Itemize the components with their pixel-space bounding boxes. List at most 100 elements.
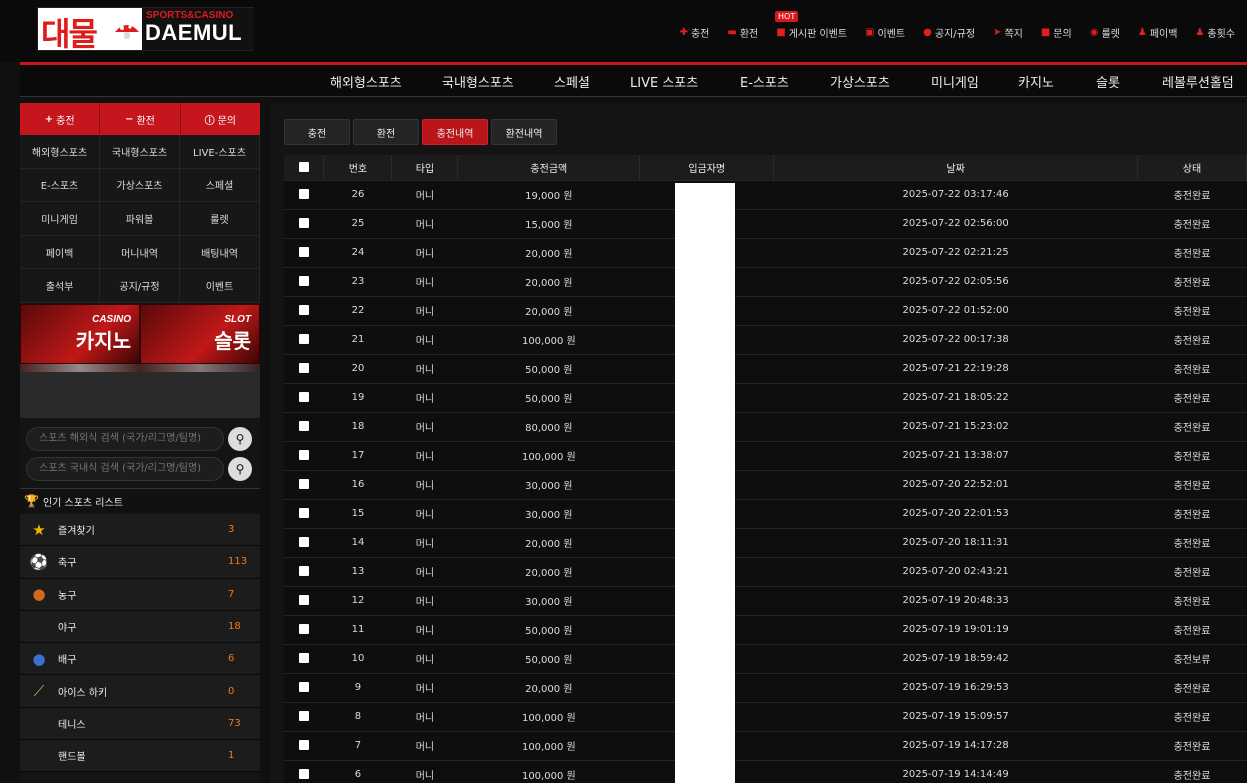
row-checkbox[interactable] [298,624,309,634]
sidebar-action-1[interactable]: − 환전 [100,103,181,135]
row-checkbox[interactable] [298,392,309,402]
row-checkbox[interactable] [298,537,309,547]
util-nav-8[interactable]: ♟ 페이백 [1138,25,1178,40]
row-date: 2025-07-21 18:05:22 [773,382,1138,412]
search-input[interactable] [26,456,224,481]
util-nav-5[interactable]: ➤ 쪽지 [993,25,1023,40]
row-type: 머니 [391,643,458,673]
row-checkbox[interactable] [298,682,309,692]
util-nav-6[interactable]: ■ 문의 [1041,25,1072,40]
sport-item[interactable]: ⟋ 아이스 하키 0 [20,675,260,708]
sidebar-menu-item[interactable]: E-스포츠 [20,168,100,203]
row-amount: 100,000 원 [457,701,640,731]
sport-item[interactable]: ★ 즐겨찾기 3 [20,513,260,547]
row-checkbox[interactable] [298,653,309,663]
util-nav-0[interactable]: ✚ 충전 [680,25,710,40]
search-icon[interactable]: ⚲ [228,426,252,451]
util-nav-2[interactable]: ■ 게시판 이벤트 [776,25,847,40]
sidebar-action-0[interactable]: + 충전 [20,103,101,135]
row-number: 19 [323,382,392,412]
banner-0[interactable]: CASINO 카지노 [20,303,140,364]
main-nav-item[interactable]: 카지노 [1018,72,1054,91]
main-nav-item[interactable]: LIVE 스포츠 [630,72,698,91]
util-nav-1[interactable]: ▬ 환전 [727,25,758,40]
main-nav-item[interactable]: 국내형스포츠 [442,72,514,91]
row-checkbox[interactable] [298,508,309,518]
game-banners: CASINO 카지노 SLOT 슬롯 [20,303,260,364]
banner-1[interactable]: SLOT 슬롯 [140,303,260,364]
logo-english: DAEMUL [145,20,243,45]
tab-1[interactable]: 환전 [353,119,419,145]
row-amount: 20,000 원 [457,266,640,296]
row-checkbox-cell [284,498,324,528]
minus-icon: ▬ [727,27,737,38]
main-nav-item[interactable]: 해외형스포츠 [330,72,402,91]
search-icon[interactable]: ⚲ [228,456,252,481]
main-nav-item[interactable]: 가상스포츠 [830,72,890,91]
tab-0[interactable]: 충전 [284,119,350,145]
row-checkbox[interactable] [298,595,309,605]
sidebar-menu-item[interactable]: 룰렛 [180,202,260,236]
sidebar-menu-item[interactable]: 해외형스포츠 [20,135,100,169]
sidebar-menu-item[interactable]: 출석부 [20,269,100,303]
sport-item[interactable]: ● 배구 6 [20,643,260,676]
sidebar-menu-item[interactable]: 공지/규정 [100,269,180,303]
main-nav-item[interactable]: 미니게임 [931,72,979,91]
row-checkbox[interactable] [298,276,309,286]
table-row: 8 머니 100,000 원 2025-07-19 15:09:57 충전완료 [284,701,1247,731]
main-nav-item[interactable]: 슬롯 [1096,72,1120,91]
row-checkbox[interactable] [298,740,309,750]
table-row: 13 머니 20,000 원 2025-07-20 02:43:21 충전완료 [284,556,1247,586]
sidebar-menu-item[interactable]: 파워볼 [100,202,180,236]
row-checkbox[interactable] [298,421,309,431]
main-nav-item[interactable]: E-스포츠 [740,72,789,91]
search-input[interactable] [26,426,224,451]
row-date: 2025-07-22 03:17:46 [773,179,1138,209]
sport-item[interactable]: 야구 18 [20,610,260,644]
util-nav-label: 쪽지 [1004,29,1023,40]
site-logo[interactable]: 대물 SPORTS&CASINO DAEMUL [37,7,254,53]
tab-2[interactable]: 충전내역 [422,119,488,145]
sport-item[interactable]: 테니스 73 [20,707,260,741]
row-checkbox[interactable] [298,363,309,373]
tab-3[interactable]: 환전내역 [491,119,557,145]
sidebar-menu-item[interactable]: 머니내역 [100,235,180,270]
sport-item[interactable]: ● 농구 7 [20,578,260,611]
sidebar-menu-item[interactable]: 페이백 [20,235,100,270]
sidebar-action-2[interactable]: ⓘ 문의 [181,103,260,135]
sport-item[interactable]: 핸드볼 1 [20,740,260,773]
util-nav-3[interactable]: ▣ 이벤트 [865,25,905,40]
row-checkbox[interactable] [298,189,309,199]
row-checkbox[interactable] [298,334,309,344]
sidebar-menu-item[interactable]: 배팅내역 [180,235,260,270]
row-checkbox[interactable] [298,450,309,460]
row-checkbox[interactable] [298,711,309,721]
row-checkbox[interactable] [298,769,309,780]
sport-item[interactable]: ⚽ 축구 113 [20,546,260,579]
row-date: 2025-07-21 13:38:07 [773,440,1138,470]
sidebar-menu-item[interactable]: 이벤트 [180,269,260,303]
row-checkbox[interactable] [298,218,309,228]
select-all-checkbox[interactable] [298,161,309,172]
banner-title: SLOT [224,313,251,325]
util-nav-9[interactable]: ♟ 총횟수 [1195,25,1235,40]
row-checkbox[interactable] [298,305,309,315]
util-nav-label: 충전 [690,29,710,40]
row-checkbox[interactable] [298,566,309,576]
sidebar-menu-item[interactable]: 가상스포츠 [100,168,180,203]
sidebar-menu-item[interactable]: 미니게임 [20,202,100,236]
sidebar-menu-item[interactable]: LIVE-스포츠 [180,135,260,169]
sidebar-menu-item[interactable]: 국내형스포츠 [100,135,180,169]
util-nav-4[interactable]: ● 공지/규정 [923,25,975,40]
row-type: 머니 [391,701,458,731]
sport-name: 테니스 [58,719,86,731]
row-checkbox[interactable] [298,479,309,489]
row-checkbox-cell [284,614,324,644]
util-nav-7[interactable]: ◉ 룰렛 [1090,25,1120,40]
row-type: 머니 [391,266,458,296]
row-checkbox[interactable] [298,247,309,257]
sidebar-menu-item[interactable]: 스페셜 [180,168,260,203]
row-number: 6 [323,759,392,783]
main-nav-item[interactable]: 스페셜 [554,72,590,91]
main-nav-item[interactable]: 레볼루션홀덤 [1162,72,1234,91]
